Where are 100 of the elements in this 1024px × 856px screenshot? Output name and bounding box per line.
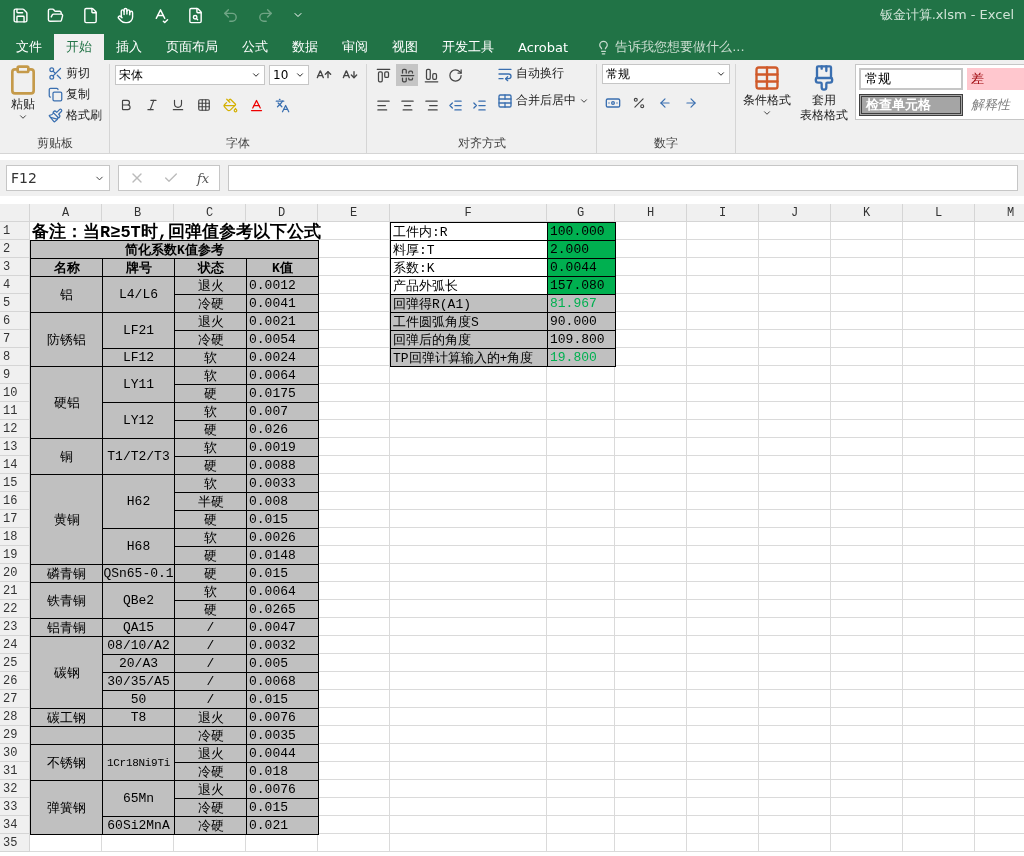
- column-header[interactable]: F: [390, 204, 547, 222]
- row-header[interactable]: 7: [0, 330, 30, 348]
- row-header[interactable]: 26: [0, 672, 30, 690]
- column-header[interactable]: I: [687, 204, 759, 222]
- row-header[interactable]: 25: [0, 654, 30, 672]
- group-label: 对齐方式: [456, 135, 507, 152]
- row-header[interactable]: 31: [0, 762, 30, 780]
- font-size-field[interactable]: 10: [269, 65, 309, 85]
- row-header[interactable]: 2: [0, 240, 30, 258]
- ribbon-tab[interactable]: Acrobat: [506, 34, 581, 60]
- folder-icon: [47, 6, 64, 24]
- undo-icon: [222, 6, 239, 24]
- table-cell: 19.800: [547, 348, 616, 367]
- window-title: 钣金计算.xlsm - Excel: [879, 6, 1014, 24]
- row-header[interactable]: 15: [0, 474, 30, 492]
- row-header[interactable]: 27: [0, 690, 30, 708]
- banknote-icon: [605, 95, 621, 111]
- painter-button[interactable]: 格式刷: [46, 106, 104, 125]
- ribbon-tab[interactable]: 插入: [104, 34, 154, 60]
- row-header[interactable]: 14: [0, 456, 30, 474]
- table-cell: T1/T2/T3: [102, 438, 175, 475]
- row-header[interactable]: 23: [0, 618, 30, 636]
- row-header[interactable]: 32: [0, 780, 30, 798]
- row-header[interactable]: 33: [0, 798, 30, 816]
- ribbon-tab[interactable]: 文件: [4, 34, 54, 60]
- row-header[interactable]: 22: [0, 600, 30, 618]
- row-header[interactable]: 30: [0, 744, 30, 762]
- scissors-icon: [48, 66, 63, 81]
- row-header[interactable]: 19: [0, 546, 30, 564]
- row-header[interactable]: 16: [0, 492, 30, 510]
- merge-center-button[interactable]: 合并后居中: [495, 91, 591, 110]
- row-header[interactable]: 12: [0, 420, 30, 438]
- column-header[interactable]: D: [246, 204, 318, 222]
- row-header[interactable]: 28: [0, 708, 30, 726]
- row-header[interactable]: 10: [0, 384, 30, 402]
- row-header[interactable]: 20: [0, 564, 30, 582]
- group-label: 字体: [225, 135, 251, 152]
- column-header[interactable]: K: [831, 204, 903, 222]
- outdent-icon: [447, 97, 463, 113]
- row-header[interactable]: 17: [0, 510, 30, 528]
- copy-button[interactable]: 复制: [46, 85, 104, 104]
- cell-style-option[interactable]: 常规: [859, 68, 963, 90]
- column-header[interactable]: L: [903, 204, 975, 222]
- tell-me-search[interactable]: 告诉我您想要做什么...: [580, 34, 745, 60]
- paint-bucket-icon: [222, 97, 238, 113]
- table-cell: 0.021: [246, 816, 319, 835]
- wrap-text-button[interactable]: 自动换行: [495, 64, 591, 83]
- table-cell: H68: [102, 528, 175, 565]
- table-cell: 铜: [30, 438, 103, 475]
- row-header[interactable]: 1: [0, 222, 30, 240]
- row-header[interactable]: 5: [0, 294, 30, 312]
- table-cell: LY11: [102, 366, 175, 403]
- row-header[interactable]: 6: [0, 312, 30, 330]
- vertical-align-button[interactable]: [396, 64, 418, 86]
- row-header[interactable]: 29: [0, 726, 30, 744]
- save-icon: [12, 6, 29, 24]
- column-header[interactable]: J: [759, 204, 831, 222]
- document-search-icon: [187, 6, 204, 24]
- column-header[interactable]: C: [174, 204, 246, 222]
- formula-input[interactable]: [228, 165, 1018, 191]
- column-header[interactable]: G: [547, 204, 615, 222]
- table-format-button[interactable]: 套用 表格格式: [798, 64, 850, 153]
- row-header[interactable]: 11: [0, 402, 30, 420]
- column-header[interactable]: H: [615, 204, 687, 222]
- table-cell: LY12: [102, 402, 175, 439]
- align-left-icon: [375, 97, 391, 113]
- number-format-field[interactable]: 常规: [602, 64, 730, 84]
- column-header[interactable]: E: [318, 204, 390, 222]
- cut-button[interactable]: 剪切: [46, 64, 104, 83]
- row-header[interactable]: 21: [0, 582, 30, 600]
- insert-function-button[interactable]: fx: [197, 170, 210, 186]
- row-header[interactable]: 4: [0, 276, 30, 294]
- conditional-format-button[interactable]: 条件格式: [741, 64, 793, 153]
- row-header[interactable]: 24: [0, 636, 30, 654]
- row-header[interactable]: 3: [0, 258, 30, 276]
- cell-style-option[interactable]: 差: [967, 68, 1024, 90]
- row-header[interactable]: 35: [0, 834, 30, 852]
- ribbon-tab[interactable]: 页面布局: [154, 34, 230, 60]
- ribbon-tab[interactable]: 开始: [54, 34, 104, 60]
- row-header[interactable]: 34: [0, 816, 30, 834]
- column-header[interactable]: A: [30, 204, 102, 222]
- ribbon-tab[interactable]: 开发工具: [430, 34, 506, 60]
- font-name-field[interactable]: 宋体: [115, 65, 265, 85]
- row-header[interactable]: 13: [0, 438, 30, 456]
- bold-icon: [119, 98, 133, 112]
- paste-button[interactable]: 粘贴: [5, 64, 41, 135]
- name-box[interactable]: F12: [6, 165, 110, 191]
- italic-icon: [145, 98, 159, 112]
- column-header[interactable]: B: [102, 204, 174, 222]
- ribbon-tab[interactable]: 视图: [380, 34, 430, 60]
- phonetic-icon: [274, 97, 290, 113]
- row-header[interactable]: 9: [0, 366, 30, 384]
- table-cell: 硬铝: [30, 366, 103, 439]
- arrow-left-icon: [658, 96, 672, 110]
- row-header[interactable]: 8: [0, 348, 30, 366]
- column-header[interactable]: M: [975, 204, 1024, 222]
- ribbon-tab[interactable]: 审阅: [330, 34, 380, 60]
- ribbon-tab[interactable]: 数据: [280, 34, 330, 60]
- ribbon-tab[interactable]: 公式: [230, 34, 280, 60]
- row-header[interactable]: 18: [0, 528, 30, 546]
